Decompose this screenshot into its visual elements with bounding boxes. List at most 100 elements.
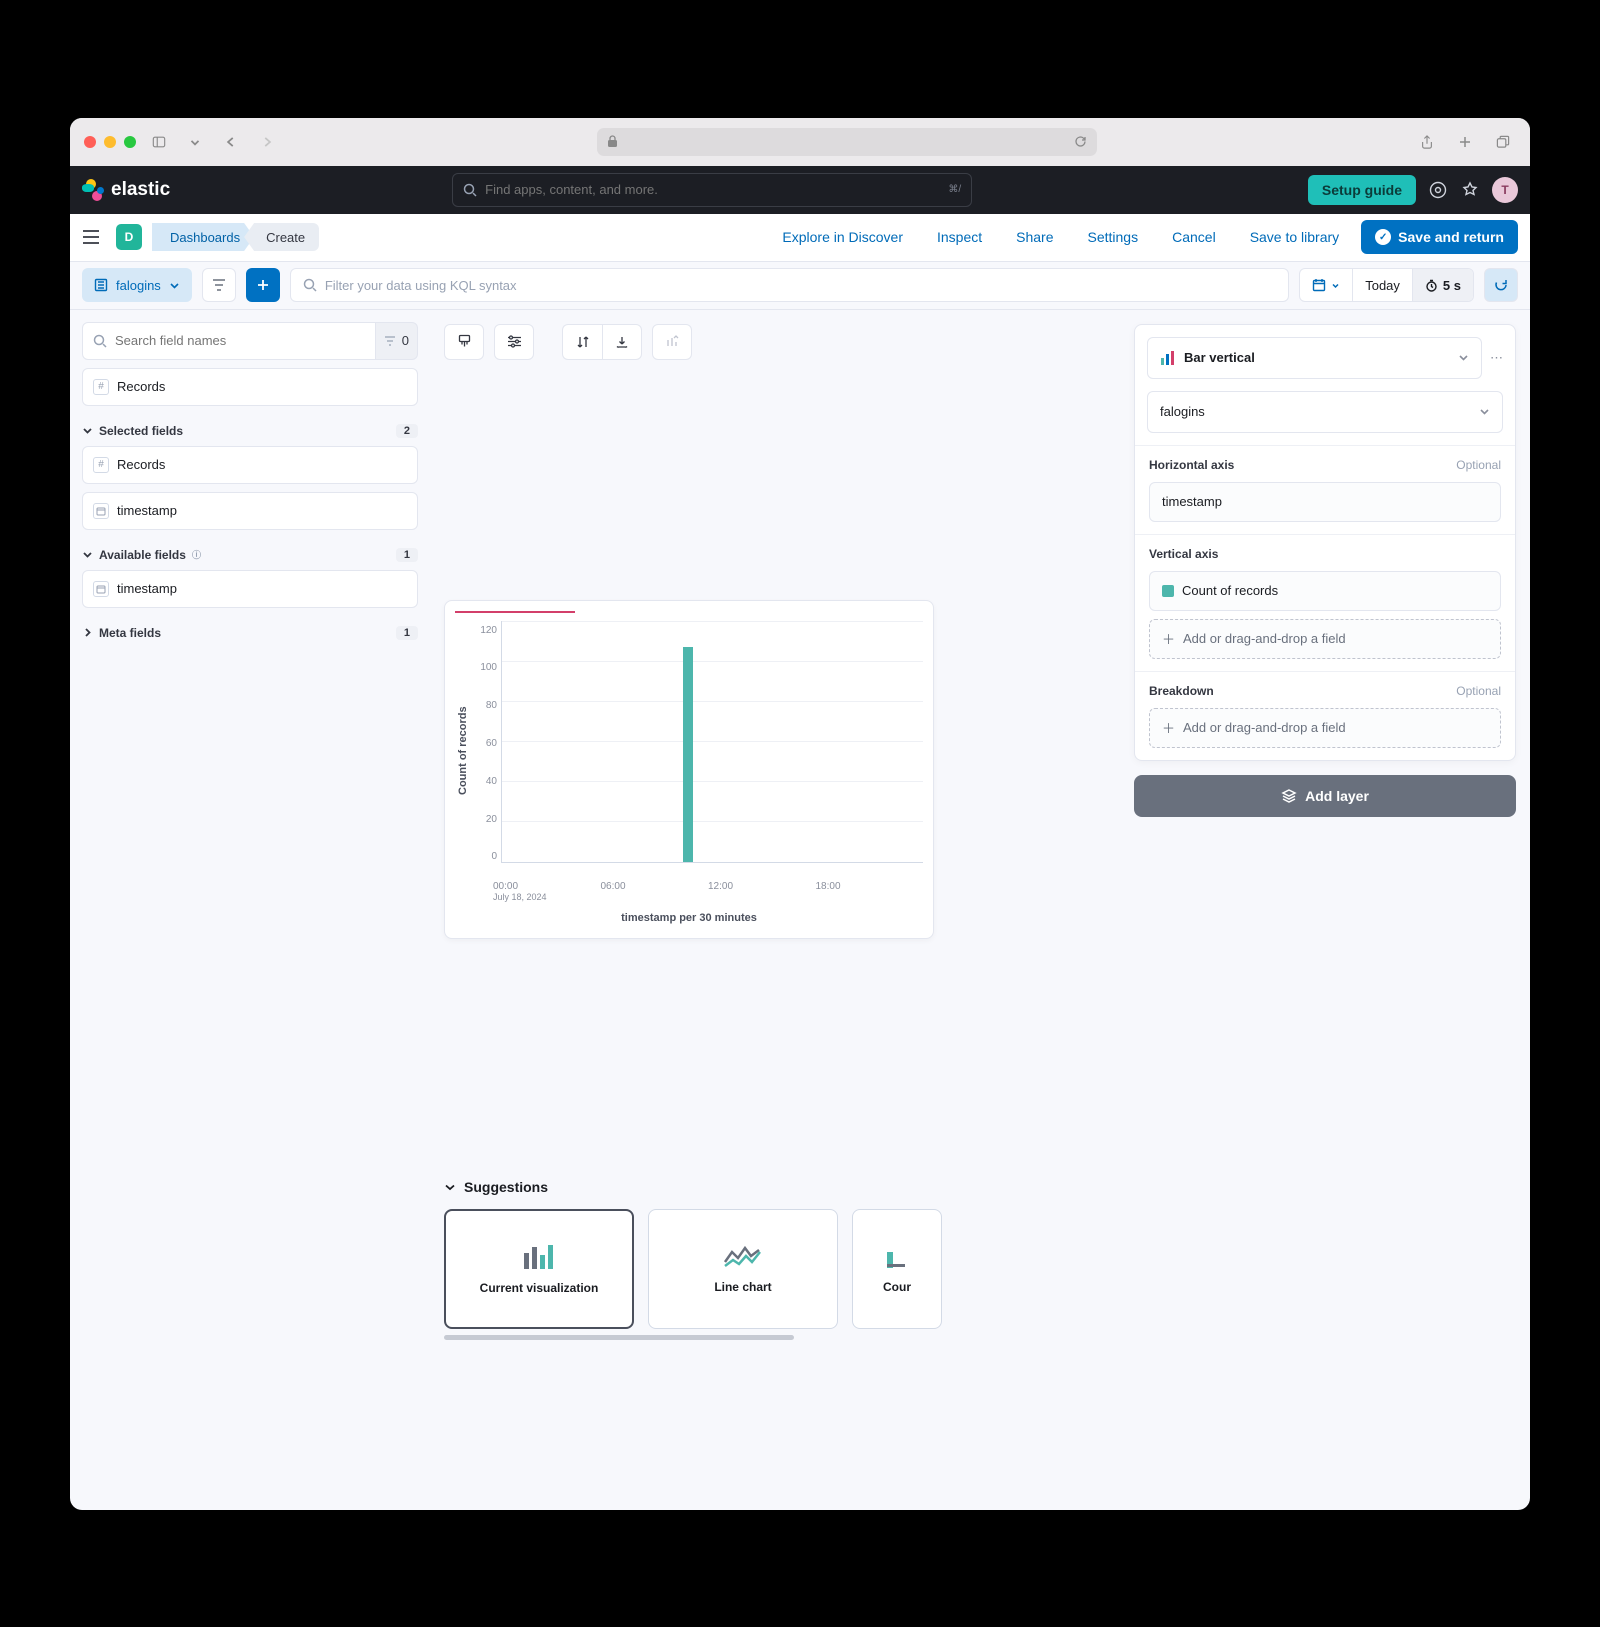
bar-vertical-icon xyxy=(1160,351,1176,365)
user-avatar[interactable]: T xyxy=(1492,177,1518,203)
suggestion-partial[interactable]: Cour xyxy=(852,1209,942,1329)
date-picker[interactable]: Today 5 s xyxy=(1299,268,1474,302)
vaxis-field[interactable]: Count of records xyxy=(1149,571,1501,611)
filter-options-button[interactable] xyxy=(202,268,236,302)
forward-icon[interactable] xyxy=(254,131,280,153)
chart-icon xyxy=(887,1244,907,1268)
chevron-down-icon[interactable] xyxy=(182,131,208,153)
space-avatar[interactable]: D xyxy=(116,224,142,250)
filter-icon xyxy=(384,336,396,346)
elastic-logo-icon xyxy=(82,179,104,201)
close-window-icon[interactable] xyxy=(84,136,96,148)
plus-icon: ＋ xyxy=(1162,718,1175,737)
series-color-icon xyxy=(1162,585,1174,597)
field-item[interactable]: timestamp xyxy=(82,570,418,608)
suggestions: Suggestions Current visualization Line c… xyxy=(444,1179,1106,1340)
cancel-link[interactable]: Cancel xyxy=(1160,229,1228,245)
inspect-link[interactable]: Inspect xyxy=(925,229,994,245)
meta-fields-header[interactable]: Meta fields 1 xyxy=(82,626,418,640)
reload-icon[interactable] xyxy=(1074,135,1087,148)
vis-type-select[interactable]: Bar vertical xyxy=(1147,337,1482,379)
elastic-logo[interactable]: elastic xyxy=(82,179,170,201)
field-item[interactable]: timestamp xyxy=(82,492,418,530)
tool-brush-icon[interactable] xyxy=(444,324,484,360)
vaxis-label: Vertical axis xyxy=(1149,547,1218,561)
setup-guide-button[interactable]: Setup guide xyxy=(1308,175,1416,205)
chart-plot[interactable] xyxy=(501,621,923,863)
breakdown-add-field[interactable]: ＋ Add or drag-and-drop a field xyxy=(1149,708,1501,748)
save-to-library-link[interactable]: Save to library xyxy=(1238,229,1351,245)
suggestion-line[interactable]: Line chart xyxy=(648,1209,838,1329)
yaxis-label: Count of records xyxy=(455,621,471,881)
browser-chrome xyxy=(70,118,1530,166)
share-link[interactable]: Share xyxy=(1004,229,1065,245)
chevron-down-icon xyxy=(169,280,180,291)
chevron-down-icon xyxy=(1458,352,1469,363)
breadcrumb-dashboards[interactable]: Dashboards xyxy=(152,223,254,251)
vaxis-add-field[interactable]: ＋ Add or drag-and-drop a field xyxy=(1149,619,1501,659)
new-tab-icon[interactable] xyxy=(1452,131,1478,153)
breakdown-label: Breakdown xyxy=(1149,684,1214,698)
layers-icon xyxy=(1281,788,1297,804)
settings-link[interactable]: Settings xyxy=(1076,229,1151,245)
suggestion-current[interactable]: Current visualization xyxy=(444,1209,634,1329)
field-search-input[interactable] xyxy=(115,333,365,348)
chart-accent-bar xyxy=(455,611,575,613)
tabs-icon[interactable] xyxy=(1490,131,1516,153)
maximize-window-icon[interactable] xyxy=(124,136,136,148)
add-filter-button[interactable] xyxy=(246,268,280,302)
menu-icon[interactable] xyxy=(82,230,106,244)
xaxis-ticks: 00:00 06:00 12:00 18:00 xyxy=(455,881,923,892)
dataview-selector[interactable]: falogins xyxy=(82,268,192,302)
refresh-button[interactable] xyxy=(1484,268,1518,302)
field-filter-count[interactable]: 0 xyxy=(376,322,418,360)
save-and-return-button[interactable]: ✓ Save and return xyxy=(1361,220,1518,254)
refresh-interval[interactable]: 5 s xyxy=(1413,269,1473,301)
query-bar: falogins Filter your data using KQL synt… xyxy=(70,262,1530,310)
minimize-window-icon[interactable] xyxy=(104,136,116,148)
kql-input[interactable]: Filter your data using KQL syntax xyxy=(290,268,1289,302)
calendar-button[interactable] xyxy=(1300,269,1353,301)
tool-download-icon[interactable] xyxy=(602,324,642,360)
explore-link[interactable]: Explore in Discover xyxy=(770,229,915,245)
chevron-down-icon xyxy=(82,549,93,560)
add-layer-button[interactable]: Add layer xyxy=(1134,775,1516,817)
tool-sort-icon[interactable] xyxy=(562,324,602,360)
selected-fields-header[interactable]: Selected fields 2 xyxy=(82,424,418,438)
search-icon xyxy=(93,334,107,348)
subheader: D Dashboards Create Explore in Discover … xyxy=(70,214,1530,262)
today-label[interactable]: Today xyxy=(1353,269,1413,301)
help-icon[interactable] xyxy=(1428,180,1448,200)
field-records[interactable]: # Records xyxy=(82,368,418,406)
info-icon[interactable]: ⓘ xyxy=(192,548,201,561)
sidebar-toggle-icon[interactable] xyxy=(146,131,172,153)
brand-label: elastic xyxy=(111,179,170,201)
address-bar[interactable] xyxy=(597,128,1097,156)
chart-card: Count of records 120 100 80 60 40 20 0 xyxy=(444,600,934,939)
scrollbar[interactable] xyxy=(444,1335,794,1340)
chart-bar[interactable] xyxy=(683,647,693,861)
field-search[interactable] xyxy=(82,322,376,360)
chevron-right-icon xyxy=(82,627,93,638)
field-item[interactable]: # Records xyxy=(82,446,418,484)
global-search[interactable]: ⌘/ xyxy=(452,173,972,207)
breadcrumb-create: Create xyxy=(244,223,319,251)
suggestions-header[interactable]: Suggestions xyxy=(444,1179,1106,1195)
elastic-header: elastic ⌘/ Setup guide T xyxy=(70,166,1530,214)
search-icon xyxy=(463,183,477,197)
traffic-lights xyxy=(84,136,136,148)
haxis-field[interactable]: timestamp xyxy=(1149,482,1501,522)
news-icon[interactable] xyxy=(1460,180,1480,200)
tool-settings-icon[interactable] xyxy=(494,324,534,360)
share-icon[interactable] xyxy=(1414,131,1440,153)
fields-sidebar: 0 # Records Selected fields 2 # Records … xyxy=(70,310,430,1510)
available-fields-header[interactable]: Available fields ⓘ 1 xyxy=(82,548,418,562)
layer-menu-icon[interactable]: ⋯ xyxy=(1490,350,1503,366)
back-icon[interactable] xyxy=(218,131,244,153)
number-icon: # xyxy=(93,457,109,473)
global-search-input[interactable] xyxy=(485,182,940,197)
layer-dataview-select[interactable]: falogins xyxy=(1147,391,1503,433)
canvas: Count of records 120 100 80 60 40 20 0 xyxy=(430,310,1120,1510)
save-and-return-label: Save and return xyxy=(1398,229,1504,245)
config-panel: Bar vertical ⋯ falogins Horizontal axisO… xyxy=(1120,310,1530,1510)
